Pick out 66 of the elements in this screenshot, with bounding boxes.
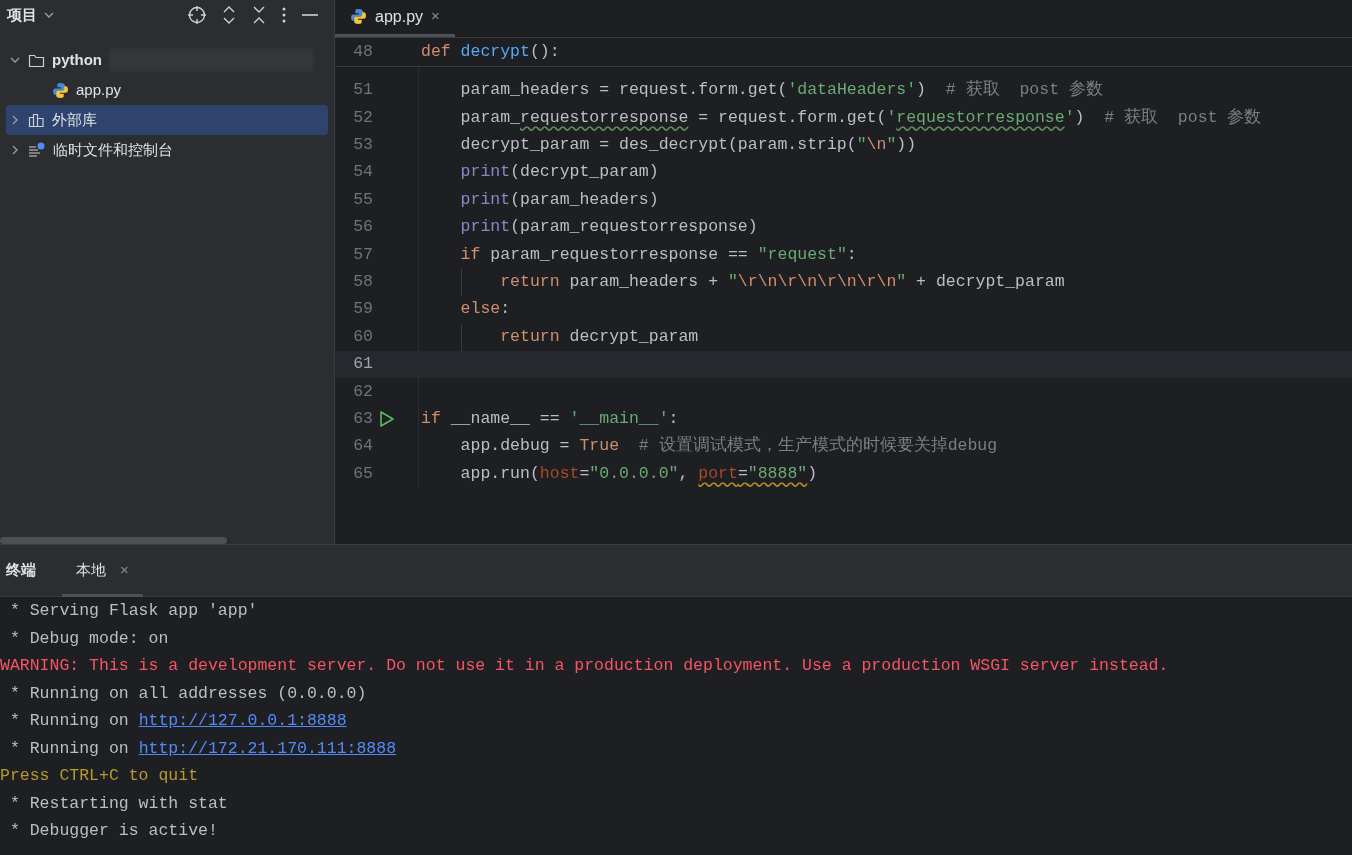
code-line: return param_headers + "\r\n\r\n\r\n\r\n" + decrypt_param bbox=[499, 271, 1065, 294]
terminal-text: * Running on bbox=[8, 710, 130, 733]
terminal-text: * Debug mode: on bbox=[8, 627, 169, 650]
run-icon[interactable] bbox=[379, 410, 395, 429]
code-line: if param_requestorresponse == "request": bbox=[459, 243, 857, 266]
code-line: param_requestorresponse = request.form.get('requestorresponse') # 获取 post 参数 bbox=[459, 106, 1262, 129]
tree-item[interactable]: 外部库 bbox=[6, 105, 328, 135]
line-number: 65 bbox=[352, 462, 373, 485]
terminal-text: Press CTRL+C to quit bbox=[0, 765, 199, 788]
line-number: 53 bbox=[352, 134, 373, 157]
tree-item-label: 外部库 bbox=[52, 109, 97, 130]
close-tab-button[interactable]: × bbox=[431, 5, 440, 28]
line-number: 51 bbox=[352, 79, 373, 102]
tree-item-label: app.py bbox=[76, 79, 122, 100]
line-number: 57 bbox=[352, 243, 373, 266]
code-line: param_headers = request.form.get('dataHeaders') # 获取 post 参数 bbox=[459, 79, 1103, 102]
horizontal-scrollbar[interactable] bbox=[0, 536, 227, 544]
tree-item[interactable]: 临时文件和控制台 bbox=[6, 135, 328, 165]
terminal-text: WARNING: This is a development server. Do not use it in a production deployment. Use a production WSGI server instead. bbox=[0, 655, 1169, 678]
python-file-icon bbox=[350, 8, 367, 25]
more-options-icon[interactable] bbox=[281, 6, 287, 24]
url-link[interactable]: http://172.21.170.111:8888 bbox=[138, 736, 397, 762]
line-number: 61 bbox=[352, 353, 373, 376]
terminal-text: * Restarting with stat bbox=[8, 792, 228, 815]
code-line: print(param_headers) bbox=[459, 188, 659, 211]
code-line: return decrypt_param bbox=[499, 325, 699, 348]
terminal-text: * Serving Flask app 'app' bbox=[8, 600, 258, 623]
line-number: 58 bbox=[352, 271, 373, 294]
close-tab-button[interactable]: × bbox=[120, 559, 129, 582]
line-number: 60 bbox=[352, 325, 373, 348]
code-line: if __name__ == '__main__': bbox=[421, 408, 679, 430]
scratch-list-icon bbox=[28, 142, 46, 158]
code-line: app.run(host="0.0.0.0", port="8888") bbox=[459, 462, 818, 485]
python-file-icon bbox=[52, 81, 69, 99]
line-number: 55 bbox=[352, 188, 373, 211]
code-line: else: bbox=[459, 298, 511, 321]
url-link[interactable]: http://127.0.0.1:8888 bbox=[138, 709, 347, 735]
locate-icon[interactable] bbox=[187, 5, 207, 25]
tree-item-label: 临时文件和控制台 bbox=[53, 139, 173, 160]
code-line: app.debug = True # 设置调试模式，生产模式的时候要关掉debug bbox=[459, 435, 998, 458]
collapse-all-icon[interactable] bbox=[251, 5, 267, 25]
terminal-panel-title: 终端 bbox=[6, 560, 36, 581]
terminal-text: * Running on all addresses (0.0.0.0) bbox=[8, 682, 367, 705]
code-line: print(decrypt_param) bbox=[459, 161, 659, 184]
library-icon bbox=[28, 112, 45, 128]
line-number: 62 bbox=[352, 380, 373, 403]
minimize-icon[interactable] bbox=[301, 13, 319, 17]
terminal-text: * Debugger is active! bbox=[8, 820, 218, 843]
code-line: print(param_requestorresponse) bbox=[459, 216, 758, 239]
tree-item-label: python bbox=[52, 49, 102, 70]
line-number: 59 bbox=[352, 298, 373, 321]
line-number: 54 bbox=[352, 161, 373, 184]
terminal-text: * Running on bbox=[8, 737, 130, 760]
tree-item[interactable]: app.py bbox=[6, 75, 328, 105]
line-number: 52 bbox=[352, 106, 373, 129]
folder-icon bbox=[28, 52, 45, 68]
tree-item[interactable]: python bbox=[6, 45, 328, 75]
code-line: def decrypt(): bbox=[421, 40, 560, 63]
expand-all-icon[interactable] bbox=[221, 5, 237, 25]
project-view-dropdown[interactable]: 项目 bbox=[7, 3, 55, 27]
line-number: 56 bbox=[352, 216, 373, 239]
line-number: 48 bbox=[352, 40, 373, 63]
terminal-tab[interactable]: 本地 × bbox=[62, 544, 143, 597]
line-number: 64 bbox=[352, 435, 373, 458]
code-line: decrypt_param = des_decrypt(param.strip("\n")) bbox=[459, 134, 917, 157]
line-number: 63 bbox=[352, 408, 373, 430]
